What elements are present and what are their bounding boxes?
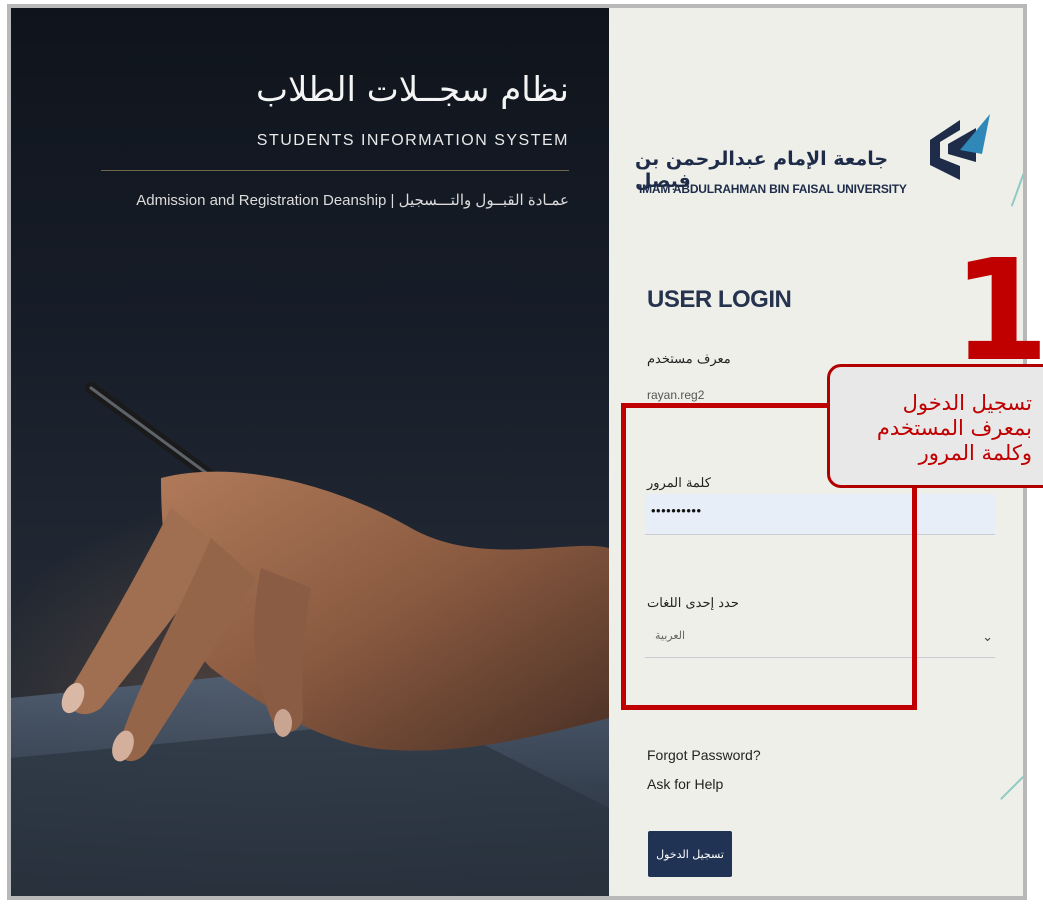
system-title-arabic: نظام سجــلات الطلاب <box>255 70 569 110</box>
ask-help-link[interactable]: Ask for Help <box>647 776 723 792</box>
hero-divider <box>101 170 569 171</box>
hand-with-pen-image <box>11 382 609 896</box>
callout-line: بمعرف المستخدم <box>876 416 1032 440</box>
username-field[interactable]: rayan.reg2 <box>647 388 704 402</box>
university-logo-icon <box>930 114 990 180</box>
username-label: معرف مستخدم <box>647 352 731 367</box>
deanship-subtitle: Admission and Registration Deanship | عم… <box>136 192 569 209</box>
decorative-line <box>1010 149 1023 207</box>
chevron-down-icon: ⌄ <box>982 629 993 644</box>
login-button[interactable]: تسجيل الدخول <box>648 831 732 877</box>
forgot-password-link[interactable]: Forgot Password? <box>647 747 761 763</box>
callout-line: وكلمة المرور <box>918 441 1032 465</box>
login-title: USER LOGIN <box>647 286 792 313</box>
hero-panel: نظام سجــلات الطلاب STUDENTS INFORMATION… <box>11 8 609 896</box>
step-number: 1 <box>952 230 1043 393</box>
decorative-line <box>1000 756 1023 800</box>
system-title-english: STUDENTS INFORMATION SYSTEM <box>256 132 569 149</box>
university-name-english: IMAM ABDULRAHMAN BIN FAISAL UNIVERSITY <box>639 182 907 196</box>
callout-line: تسجيل الدخول <box>902 391 1032 415</box>
instruction-callout: تسجيل الدخول بمعرف المستخدم وكلمة المرور <box>827 364 1043 488</box>
callout-text: تسجيل الدخول بمعرف المستخدم وكلمة المرور <box>877 391 1032 466</box>
